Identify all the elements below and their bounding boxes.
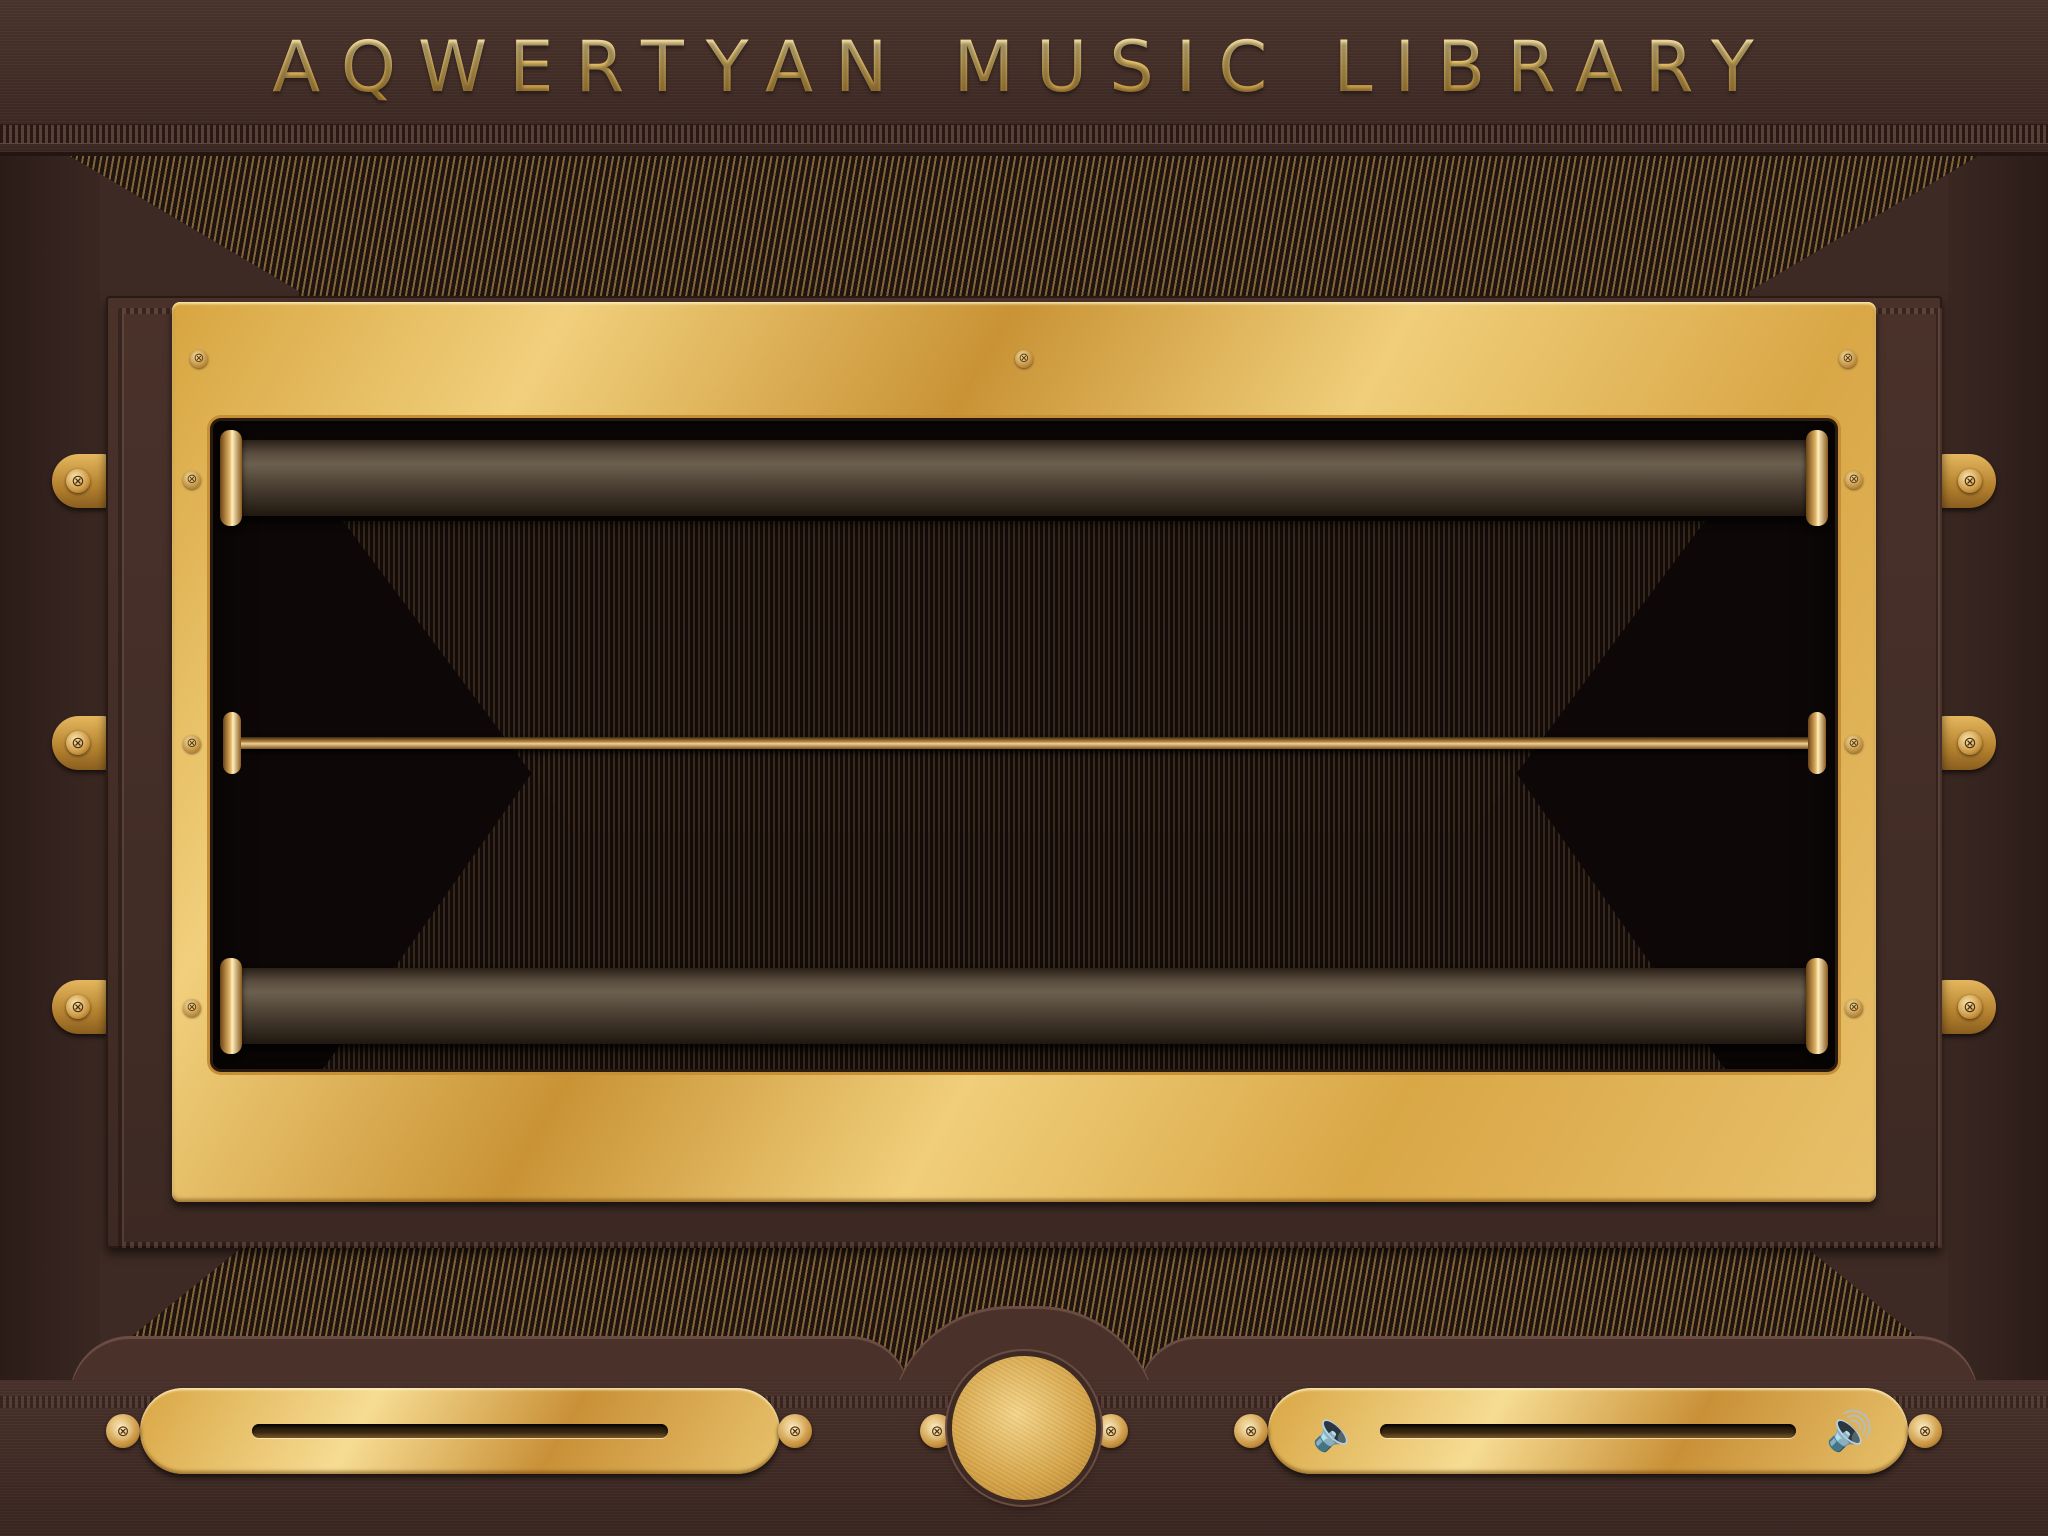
bracket-right-bottom: ⊗ xyxy=(1940,980,1996,1034)
screw-icon: ⊗ xyxy=(66,469,90,493)
screw-icon: ⊗ xyxy=(920,1414,954,1448)
roller-end-cap xyxy=(220,958,242,1054)
screw-icon: ⊗ xyxy=(778,1414,812,1448)
bracket-left-top: ⊗ xyxy=(52,454,108,508)
screw-icon: ⊗ xyxy=(113,1421,133,1441)
top-roller xyxy=(226,440,1822,516)
screw-icon: ⊗ xyxy=(1845,471,1863,489)
play-button[interactable] xyxy=(952,1356,1096,1500)
screw-icon: ⊗ xyxy=(183,999,201,1017)
screw-icon: ⊗ xyxy=(190,350,208,368)
roller-end-cap xyxy=(1806,430,1828,526)
screw-icon: ⊗ xyxy=(1958,995,1982,1019)
screw-icon: ⊗ xyxy=(1241,1421,1261,1441)
bracket-right-middle: ⊗ xyxy=(1940,716,1996,770)
bottom-roller xyxy=(226,968,1822,1044)
speaker-high-icon[interactable]: 🔊 xyxy=(1826,1411,1873,1451)
side-panel-right xyxy=(1948,156,2048,1386)
playback-progress-bar[interactable] xyxy=(252,1424,668,1438)
side-panel-left xyxy=(0,156,100,1386)
bracket-left-middle: ⊗ xyxy=(52,716,108,770)
screw-icon: ⊗ xyxy=(785,1421,805,1441)
roller-end-cap xyxy=(1806,958,1828,1054)
screw-icon: ⊗ xyxy=(66,731,90,755)
screw-icon: ⊗ xyxy=(1015,350,1033,368)
header-ornament-border xyxy=(0,124,2048,144)
screw-icon: ⊗ xyxy=(1101,1421,1121,1441)
screw-icon: ⊗ xyxy=(1839,350,1857,368)
screw-icon: ⊗ xyxy=(1908,1414,1942,1448)
bracket-left-bottom: ⊗ xyxy=(52,980,108,1034)
screw-icon: ⊗ xyxy=(183,471,201,489)
volume-slider[interactable] xyxy=(1380,1424,1796,1438)
speaker-low-icon[interactable]: 🔈 xyxy=(1312,1411,1359,1451)
screw-icon: ⊗ xyxy=(106,1414,140,1448)
screw-icon: ⊗ xyxy=(1845,999,1863,1017)
app-title: AQWERTYAN MUSIC LIBRARY xyxy=(0,26,2048,108)
screw-icon: ⊗ xyxy=(1958,731,1982,755)
screw-icon: ⊗ xyxy=(1915,1421,1935,1441)
screw-icon: ⊗ xyxy=(66,995,90,1019)
screw-icon: ⊗ xyxy=(1845,735,1863,753)
center-rod xyxy=(226,737,1822,749)
screw-icon: ⊗ xyxy=(1234,1414,1268,1448)
rod-end-cap xyxy=(223,712,241,774)
rod-end-cap xyxy=(1808,712,1826,774)
roller-end-cap xyxy=(220,430,242,526)
bracket-right-top: ⊗ xyxy=(1940,454,1996,508)
screw-icon: ⊗ xyxy=(927,1421,947,1441)
screw-icon: ⊗ xyxy=(1958,469,1982,493)
screw-icon: ⊗ xyxy=(183,735,201,753)
screw-icon: ⊗ xyxy=(1094,1414,1128,1448)
